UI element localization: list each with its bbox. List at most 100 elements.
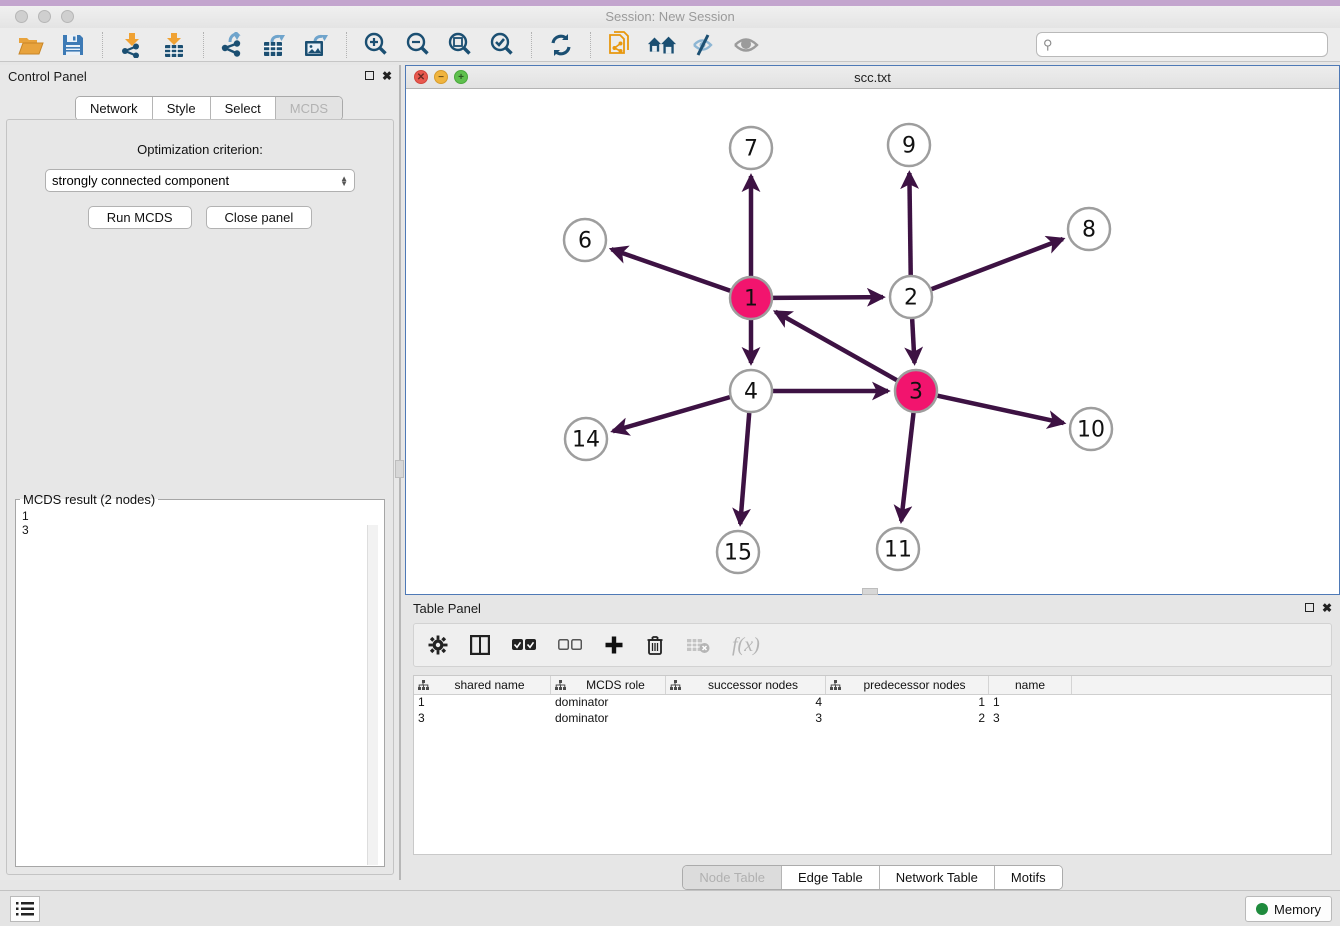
zoom-selected-button[interactable] bbox=[487, 31, 517, 59]
delete-column-button[interactable] bbox=[646, 635, 664, 655]
function-builder-button[interactable]: f(x) bbox=[732, 634, 760, 657]
refresh-layout-button[interactable] bbox=[546, 31, 576, 59]
vertical-splitter-handle[interactable] bbox=[395, 460, 404, 478]
toolbar-separator bbox=[102, 32, 103, 58]
clone-network-button[interactable] bbox=[605, 31, 635, 59]
plus-icon bbox=[604, 635, 624, 655]
graph-node-label-2: 2 bbox=[904, 286, 918, 311]
first-neighbors-button[interactable] bbox=[647, 31, 677, 59]
table-cell[interactable]: 1 bbox=[989, 695, 1072, 711]
table-cell[interactable]: 1 bbox=[826, 695, 989, 711]
tab-network[interactable]: Network bbox=[76, 97, 153, 120]
select-all-checkboxes-button[interactable] bbox=[512, 639, 536, 651]
clear-checkboxes-button[interactable] bbox=[558, 639, 582, 651]
zoom-fit-icon bbox=[447, 32, 473, 58]
export-table-button[interactable] bbox=[260, 31, 290, 59]
table-cell[interactable]: 2 bbox=[826, 711, 989, 727]
table-cell[interactable]: dominator bbox=[551, 695, 666, 711]
column-header-successor-nodes[interactable]: successor nodes bbox=[666, 676, 826, 694]
horizontal-splitter-handle[interactable] bbox=[862, 588, 878, 595]
control-panel: Control Panel ✖ NetworkStyleSelectMCDS O… bbox=[0, 65, 400, 880]
export-image-button[interactable] bbox=[302, 31, 332, 59]
graph-node-label-6: 6 bbox=[578, 229, 592, 254]
column-header-shared-name[interactable]: shared name bbox=[414, 676, 551, 694]
delete-table-button[interactable] bbox=[686, 636, 710, 654]
mcds-result-text[interactable]: 1 3 bbox=[16, 507, 384, 837]
zoom-fit-button[interactable] bbox=[445, 31, 475, 59]
toolbar-separator bbox=[590, 32, 591, 58]
control-panel-title: Control Panel bbox=[8, 69, 87, 84]
result-scrollbar[interactable] bbox=[367, 525, 378, 865]
column-header-predecessor-nodes[interactable]: predecessor nodes bbox=[826, 676, 989, 694]
import-table-button[interactable] bbox=[159, 31, 189, 59]
graph-edge-4-14[interactable] bbox=[613, 397, 730, 431]
table-settings-button[interactable] bbox=[428, 635, 448, 655]
network-window-titlebar[interactable]: ✕ − + scc.txt bbox=[406, 66, 1339, 89]
import-network-icon bbox=[120, 32, 144, 58]
tab-network-table[interactable]: Network Table bbox=[880, 866, 995, 889]
graph-edge-2-3[interactable] bbox=[912, 319, 914, 363]
columns-icon bbox=[470, 635, 490, 655]
export-image-icon bbox=[303, 32, 331, 58]
float-panel-icon[interactable] bbox=[365, 70, 374, 82]
hide-selected-button[interactable] bbox=[689, 31, 719, 59]
network-graph-canvas[interactable]: 7968124314101511 bbox=[406, 89, 1339, 594]
search-input[interactable] bbox=[1053, 38, 1327, 52]
tab-style[interactable]: Style bbox=[153, 97, 211, 120]
graph-edge-2-9[interactable] bbox=[909, 173, 910, 275]
criterion-select[interactable]: strongly connected component ▲▼ bbox=[45, 169, 355, 192]
toolbar-search: ⚲ bbox=[1036, 32, 1328, 57]
mcds-tab-content: Optimization criterion: strongly connect… bbox=[6, 119, 394, 875]
window-titlebar: Session: New Session bbox=[0, 6, 1340, 28]
add-column-button[interactable] bbox=[604, 635, 624, 655]
column-layout-button[interactable] bbox=[470, 635, 490, 655]
graph-node-label-3: 3 bbox=[909, 380, 923, 405]
import-table-icon bbox=[162, 32, 186, 58]
show-all-button[interactable] bbox=[731, 31, 761, 59]
graph-edge-1-6[interactable] bbox=[611, 249, 730, 291]
graph-edge-3-11[interactable] bbox=[901, 413, 913, 521]
status-bar: Memory bbox=[0, 890, 1340, 926]
open-session-button[interactable] bbox=[16, 31, 46, 59]
tab-motifs[interactable]: Motifs bbox=[995, 866, 1062, 889]
window-title: Session: New Session bbox=[0, 9, 1340, 24]
column-type-icon bbox=[670, 680, 681, 691]
table-cell[interactable]: 3 bbox=[414, 711, 551, 727]
column-header-MCDS-role[interactable]: MCDS role bbox=[551, 676, 666, 694]
table-cell[interactable]: 4 bbox=[666, 695, 826, 711]
table-row: 1dominator411 bbox=[414, 695, 1331, 711]
zoom-out-icon bbox=[405, 32, 431, 58]
close-panel-button[interactable]: Close panel bbox=[206, 206, 313, 229]
export-network-button[interactable] bbox=[218, 31, 248, 59]
tab-edge-table[interactable]: Edge Table bbox=[782, 866, 880, 889]
clone-network-icon bbox=[608, 31, 632, 59]
graph-edge-2-8[interactable] bbox=[932, 239, 1063, 289]
close-table-panel-icon[interactable]: ✖ bbox=[1322, 602, 1332, 614]
graph-edge-3-1[interactable] bbox=[775, 312, 896, 380]
column-header-name[interactable]: name bbox=[989, 676, 1072, 694]
import-network-button[interactable] bbox=[117, 31, 147, 59]
control-panel-tabs: NetworkStyleSelectMCDS bbox=[75, 96, 343, 121]
unchecked-boxes-icon bbox=[558, 639, 582, 651]
graph-edge-4-15[interactable] bbox=[740, 413, 749, 524]
save-session-button[interactable] bbox=[58, 31, 88, 59]
task-history-button[interactable] bbox=[10, 896, 40, 922]
table-cell[interactable]: 3 bbox=[666, 711, 826, 727]
gear-icon bbox=[428, 635, 448, 655]
float-table-panel-icon[interactable] bbox=[1305, 602, 1314, 614]
open-folder-icon bbox=[18, 34, 44, 56]
table-cell[interactable]: dominator bbox=[551, 711, 666, 727]
close-panel-icon[interactable]: ✖ bbox=[382, 70, 392, 82]
table-cell[interactable]: 3 bbox=[989, 711, 1072, 727]
graph-edge-3-10[interactable] bbox=[937, 396, 1063, 423]
memory-button[interactable]: Memory bbox=[1245, 896, 1332, 922]
tab-mcds[interactable]: MCDS bbox=[276, 97, 342, 120]
zoom-out-button[interactable] bbox=[403, 31, 433, 59]
column-type-icon bbox=[830, 680, 841, 691]
run-mcds-button[interactable]: Run MCDS bbox=[88, 206, 192, 229]
tab-node-table[interactable]: Node Table bbox=[683, 866, 782, 889]
tab-select[interactable]: Select bbox=[211, 97, 276, 120]
graph-edge-1-2[interactable] bbox=[773, 297, 883, 298]
table-cell[interactable]: 1 bbox=[414, 695, 551, 711]
zoom-in-button[interactable] bbox=[361, 31, 391, 59]
